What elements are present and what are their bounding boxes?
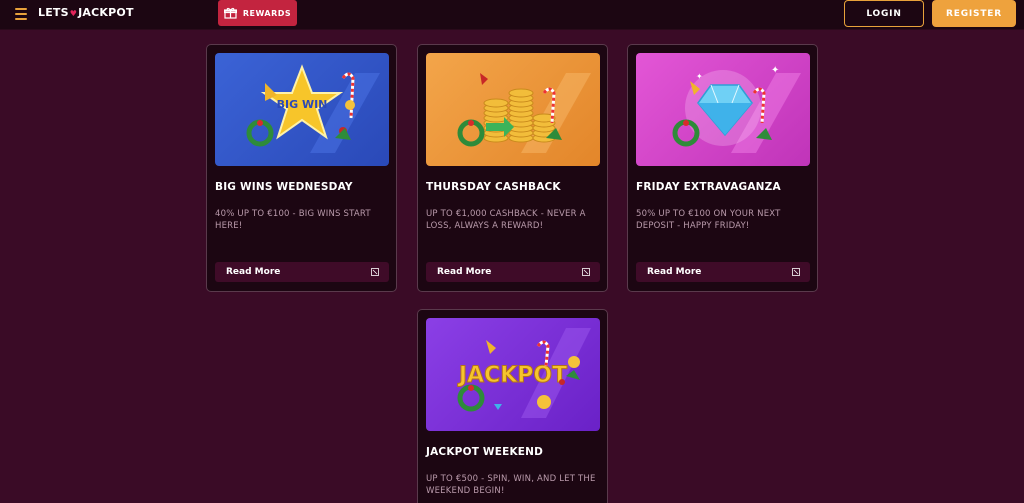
- menu-icon[interactable]: [15, 8, 27, 20]
- promo-image-extravaganza[interactable]: ✦ ✦: [636, 53, 810, 166]
- site-logo[interactable]: LETS♥JACKPOT: [38, 6, 134, 19]
- promo-description: UP TO €1,000 CASHBACK - NEVER A LOSS, AL…: [426, 209, 586, 231]
- read-more-button[interactable]: Read More: [636, 262, 810, 282]
- big-win-text: BIG WIN: [277, 98, 328, 111]
- promo-description: 50% UP TO €100 ON YOUR NEXT DEPOSIT - HA…: [636, 209, 781, 231]
- external-link-icon: [371, 268, 379, 276]
- external-link-icon: [582, 268, 590, 276]
- read-more-button[interactable]: Read More: [426, 262, 600, 282]
- jackpot-text: JACKPOT: [457, 363, 567, 388]
- promo-card: BIG WIN BIG WINS WEDNESDAY 40% UP TO €10…: [206, 44, 397, 292]
- login-label: LOGIN: [866, 8, 902, 19]
- promo-card: THURSDAY CASHBACK UP TO €1,000 CASHBACK …: [417, 44, 608, 292]
- read-more-button[interactable]: Read More: [215, 262, 389, 282]
- register-label: REGISTER: [946, 8, 1002, 19]
- read-more-label: Read More: [647, 267, 702, 277]
- top-navigation-bar: LETS♥JACKPOT REWARDS LOGIN REGISTER: [0, 0, 1024, 30]
- external-link-icon: [792, 268, 800, 276]
- promo-title: JACKPOT WEEKEND: [426, 446, 544, 458]
- gift-icon: [223, 7, 237, 19]
- read-more-label: Read More: [437, 267, 492, 277]
- read-more-label: Read More: [226, 267, 281, 277]
- svg-text:✦: ✦: [696, 72, 703, 81]
- login-button[interactable]: LOGIN: [844, 0, 924, 27]
- heart-icon: ♥: [69, 9, 78, 18]
- promo-title: FRIDAY EXTRAVAGANZA: [636, 181, 781, 193]
- promo-card: JACKPOT JACKPOT WEEKEND UP TO €500 - SPI…: [417, 309, 608, 503]
- promo-image-big-win[interactable]: BIG WIN: [215, 53, 389, 166]
- promo-image-cashback[interactable]: [426, 53, 600, 166]
- rewards-label: REWARDS: [242, 8, 292, 18]
- promo-title: BIG WINS WEDNESDAY: [215, 181, 353, 193]
- promo-image-jackpot[interactable]: JACKPOT: [426, 318, 600, 431]
- promo-card: ✦ ✦ FRIDAY EXTRAVAGANZA 50% UP TO €100 O…: [627, 44, 818, 292]
- svg-text:✦: ✦: [771, 65, 779, 76]
- rewards-button[interactable]: REWARDS: [218, 0, 297, 26]
- promo-title: THURSDAY CASHBACK: [426, 181, 561, 193]
- register-button[interactable]: REGISTER: [932, 0, 1016, 27]
- logo-text-right: JACKPOT: [78, 6, 134, 19]
- promo-description: 40% UP TO €100 - BIG WINS START HERE!: [215, 209, 371, 231]
- logo-text-left: LETS: [38, 6, 69, 19]
- promo-description: UP TO €500 - SPIN, WIN, AND LET THE WEEK…: [426, 474, 596, 496]
